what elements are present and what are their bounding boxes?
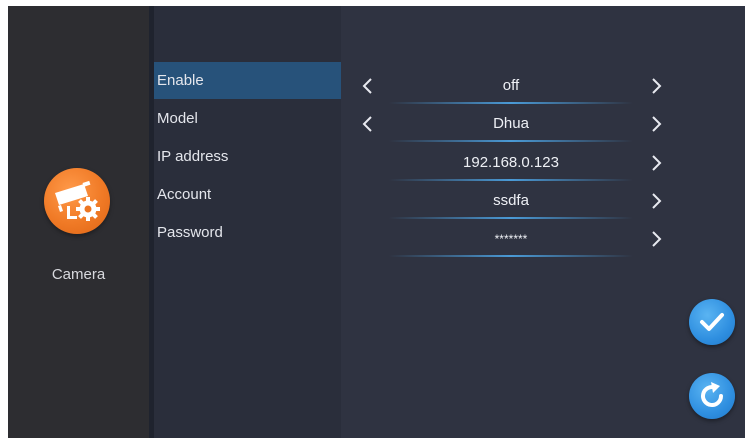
chevron-right-icon[interactable] (646, 229, 666, 249)
setting-row-ip-address: 192.168.0.123 (341, 144, 745, 182)
chevron-left-icon[interactable] (358, 76, 378, 96)
model-value: Dhua (493, 115, 529, 132)
camera-settings-icon[interactable] (44, 168, 110, 234)
enable-value: off (502, 77, 520, 94)
setting-row-model: Dhua (341, 105, 745, 143)
chevron-left-icon[interactable] (358, 114, 378, 134)
chevron-right-icon[interactable] (646, 76, 666, 96)
menu-item-model[interactable]: Model (154, 100, 341, 137)
app-panel: Camera (8, 6, 149, 438)
menu-item-account[interactable]: Account (154, 176, 341, 213)
checkmark-icon (700, 313, 724, 331)
reset-button[interactable] (689, 373, 735, 419)
chevron-right-icon[interactable] (646, 153, 666, 173)
setting-row-password: ******* (341, 220, 745, 258)
value-underline (389, 140, 633, 142)
setting-row-account: ssdfa (341, 182, 745, 220)
value-underline (389, 255, 633, 257)
menu-item-password[interactable]: Password (154, 214, 341, 251)
menu-item-enable[interactable]: Enable (154, 62, 341, 99)
value-underline (389, 217, 633, 219)
menu-item-ip-address[interactable]: IP address (154, 138, 341, 175)
confirm-button[interactable] (689, 299, 735, 345)
settings-values: off Dhua 192.168.0.123 ssdfa ******* (341, 6, 745, 438)
value-underline (389, 179, 633, 181)
screen: Camera Enable Model IP address Account P… (8, 6, 745, 438)
setting-row-enable: off (341, 67, 745, 105)
app-label: Camera (51, 266, 106, 283)
chevron-right-icon[interactable] (646, 191, 666, 211)
chevron-right-icon[interactable] (646, 114, 666, 134)
settings-menu: Enable Model IP address Account Password (154, 6, 341, 438)
value-underline (389, 102, 633, 104)
refresh-icon (701, 382, 723, 407)
ip-address-value[interactable]: 192.168.0.123 (389, 144, 633, 182)
account-value[interactable]: ssdfa (389, 182, 633, 220)
password-value[interactable]: ******* (389, 220, 633, 258)
